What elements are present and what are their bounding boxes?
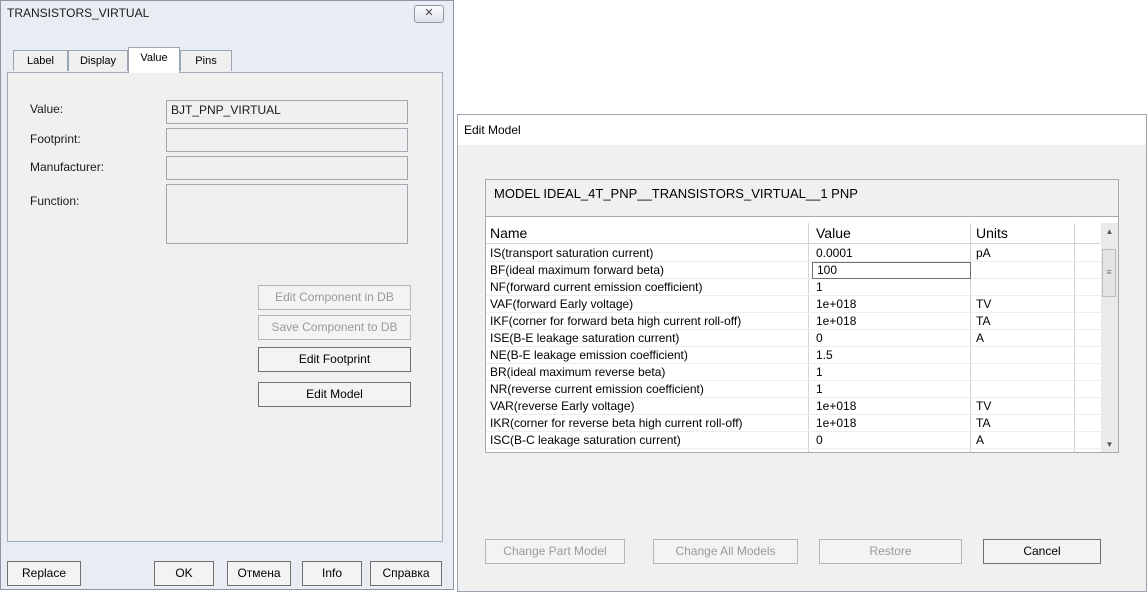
table-row[interactable]: ISE(B-E leakage saturation current) 0 A <box>486 330 1101 347</box>
table-row[interactable]: BF(ideal maximum forward beta) 100 <box>486 262 1101 279</box>
vertical-scrollbar[interactable]: ▲ ≡ ▼ <box>1101 223 1118 452</box>
component-properties-dialog: TRANSISTORS_VIRTUAL ✕ Label Display Valu… <box>0 0 454 590</box>
parameter-value[interactable]: 0 <box>816 330 823 346</box>
table-row[interactable]: NE(B-E leakage emission coefficient) 1.5 <box>486 347 1101 364</box>
value-field[interactable]: BJT_PNP_VIRTUAL <box>166 100 408 124</box>
restore-button[interactable]: Restore <box>819 539 962 564</box>
table-row[interactable]: VAR(reverse Early voltage) 1e+018 TV <box>486 398 1101 415</box>
title-bar: Edit Model <box>458 115 1146 145</box>
column-header-value[interactable]: Value <box>816 223 851 243</box>
parameter-name: IS(transport saturation current) <box>490 246 654 260</box>
tab-pins[interactable]: Pins <box>180 50 232 71</box>
parameter-name: BR(ideal maximum reverse beta) <box>490 365 666 379</box>
scroll-up-icon[interactable]: ▲ <box>1101 223 1118 240</box>
parameter-units[interactable]: A <box>976 432 984 448</box>
parameter-name: ISE(B-E leakage saturation current) <box>490 331 680 345</box>
column-header-name[interactable]: Name <box>490 223 527 243</box>
parameter-name: NE(B-E leakage emission coefficient) <box>490 348 688 362</box>
parameter-value[interactable]: 1e+018 <box>816 415 856 431</box>
change-part-model-button[interactable]: Change Part Model <box>485 539 625 564</box>
table-row[interactable]: VAF(forward Early voltage) 1e+018 TV <box>486 296 1101 313</box>
table-row[interactable]: IKF(corner for forward beta high current… <box>486 313 1101 330</box>
replace-button[interactable]: Replace <box>7 561 81 586</box>
tab-display[interactable]: Display <box>68 50 128 71</box>
function-label: Function: <box>30 194 80 208</box>
ok-button[interactable]: OK <box>154 561 214 586</box>
table-row[interactable]: NF(forward current emission coefficient)… <box>486 279 1101 296</box>
manufacturer-field[interactable] <box>166 156 408 180</box>
dialog-title: Edit Model <box>464 123 521 137</box>
parameter-name: IKR(corner for reverse beta high current… <box>490 416 743 430</box>
tab-value[interactable]: Value <box>128 47 180 73</box>
scroll-down-icon[interactable]: ▼ <box>1101 436 1118 452</box>
parameter-value[interactable]: 1e+018 <box>816 296 856 312</box>
table-row[interactable]: ISC(B-C leakage saturation current) 0 A <box>486 432 1101 449</box>
parameter-value[interactable]: 1 <box>816 381 823 397</box>
parameter-value[interactable]: 0.0001 <box>816 245 853 261</box>
change-all-models-button[interactable]: Change All Models <box>653 539 798 564</box>
parameter-units[interactable]: TA <box>976 313 990 329</box>
parameter-value[interactable]: 0 <box>816 432 823 448</box>
edit-model-dialog: Edit Model MODEL IDEAL_4T_PNP__TRANSISTO… <box>457 114 1147 592</box>
help-button[interactable]: Справка <box>370 561 442 586</box>
footprint-label: Footprint: <box>30 132 81 146</box>
manufacturer-label: Manufacturer: <box>30 160 105 174</box>
edit-footprint-button[interactable]: Edit Footprint <box>258 347 411 372</box>
dialog-title: TRANSISTORS_VIRTUAL <box>7 6 150 20</box>
value-label: Value: <box>30 102 64 116</box>
save-component-to-db-button[interactable]: Save Component to DB <box>258 315 411 340</box>
parameter-units[interactable]: TV <box>976 398 991 414</box>
parameter-name: NF(forward current emission coefficient) <box>490 280 703 294</box>
function-field[interactable] <box>166 184 408 244</box>
edit-component-in-db-button[interactable]: Edit Component in DB <box>258 285 411 310</box>
table-row[interactable]: IS(transport saturation current) 0.0001 pA <box>486 245 1101 262</box>
parameter-grid: Name Value Units IS(transport saturation… <box>485 217 1119 453</box>
parameter-units[interactable]: pA <box>976 245 991 261</box>
close-button[interactable]: ✕ <box>414 5 444 23</box>
model-header: MODEL IDEAL_4T_PNP__TRANSISTORS_VIRTUAL_… <box>485 179 1119 217</box>
value-edit-field[interactable]: 100 <box>812 262 971 279</box>
edit-model-button[interactable]: Edit Model <box>258 382 411 407</box>
table-row[interactable]: NR(reverse current emission coefficient)… <box>486 381 1101 398</box>
parameter-name: NR(reverse current emission coefficient) <box>490 382 704 396</box>
parameter-units[interactable]: TA <box>976 415 990 431</box>
column-header-units[interactable]: Units <box>976 223 1008 243</box>
parameter-units[interactable]: TV <box>976 296 991 312</box>
parameter-units[interactable]: A <box>976 330 984 346</box>
parameter-name: IKF(corner for forward beta high current… <box>490 314 742 328</box>
info-button[interactable]: Info <box>302 561 362 586</box>
parameter-name: BF(ideal maximum forward beta) <box>490 263 665 277</box>
parameter-name: ISC(B-C leakage saturation current) <box>490 433 681 447</box>
value-tab-panel: Value: BJT_PNP_VIRTUAL Footprint: Manufa… <box>7 72 443 542</box>
tab-label[interactable]: Label <box>13 50 68 71</box>
parameter-value: 100 <box>817 263 838 277</box>
parameter-value[interactable]: 1 <box>816 279 823 295</box>
scroll-thumb[interactable]: ≡ <box>1102 249 1116 297</box>
table-row[interactable]: IKR(corner for reverse beta high current… <box>486 415 1101 432</box>
parameter-value[interactable]: 1e+018 <box>816 313 856 329</box>
close-icon: ✕ <box>424 7 434 19</box>
table-row[interactable]: BR(ideal maximum reverse beta) 1 <box>486 364 1101 381</box>
cancel-button[interactable]: Отмена <box>227 561 291 586</box>
parameter-value[interactable]: 1.5 <box>816 347 833 363</box>
footprint-field[interactable] <box>166 128 408 152</box>
grid-header: Name Value Units <box>486 223 1101 244</box>
cancel-button[interactable]: Cancel <box>983 539 1101 564</box>
parameter-value[interactable]: 1e+018 <box>816 398 856 414</box>
parameter-name: VAF(forward Early voltage) <box>490 297 634 311</box>
parameter-name: VAR(reverse Early voltage) <box>490 399 635 413</box>
parameter-value[interactable]: 1 <box>816 364 823 380</box>
